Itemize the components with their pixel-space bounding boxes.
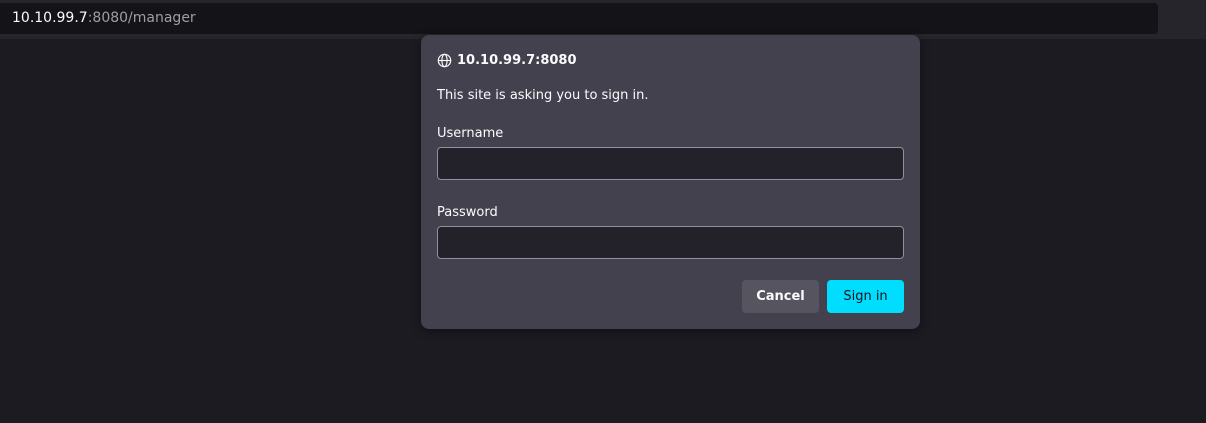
dialog-origin: 10.10.99.7:8080: [437, 51, 577, 69]
username-label: Username: [437, 126, 504, 141]
cancel-button[interactable]: Cancel: [742, 280, 819, 313]
username-input[interactable]: [437, 147, 904, 180]
address-bar[interactable]: 10.10.99.7:8080/manager: [0, 3, 1158, 34]
dialog-message: This site is asking you to sign in.: [437, 88, 649, 103]
browser-toolbar: 10.10.99.7:8080/manager: [0, 0, 1206, 39]
password-label: Password: [437, 205, 498, 220]
auth-dialog: 10.10.99.7:8080 This site is asking you …: [421, 35, 920, 329]
dialog-origin-text: 10.10.99.7:8080: [457, 52, 577, 68]
url-host: 10.10.99.7: [12, 10, 88, 26]
globe-icon: [437, 53, 452, 67]
url-path: :8080/manager: [87, 10, 196, 26]
sign-in-button[interactable]: Sign in: [827, 280, 904, 313]
password-input[interactable]: [437, 226, 904, 259]
